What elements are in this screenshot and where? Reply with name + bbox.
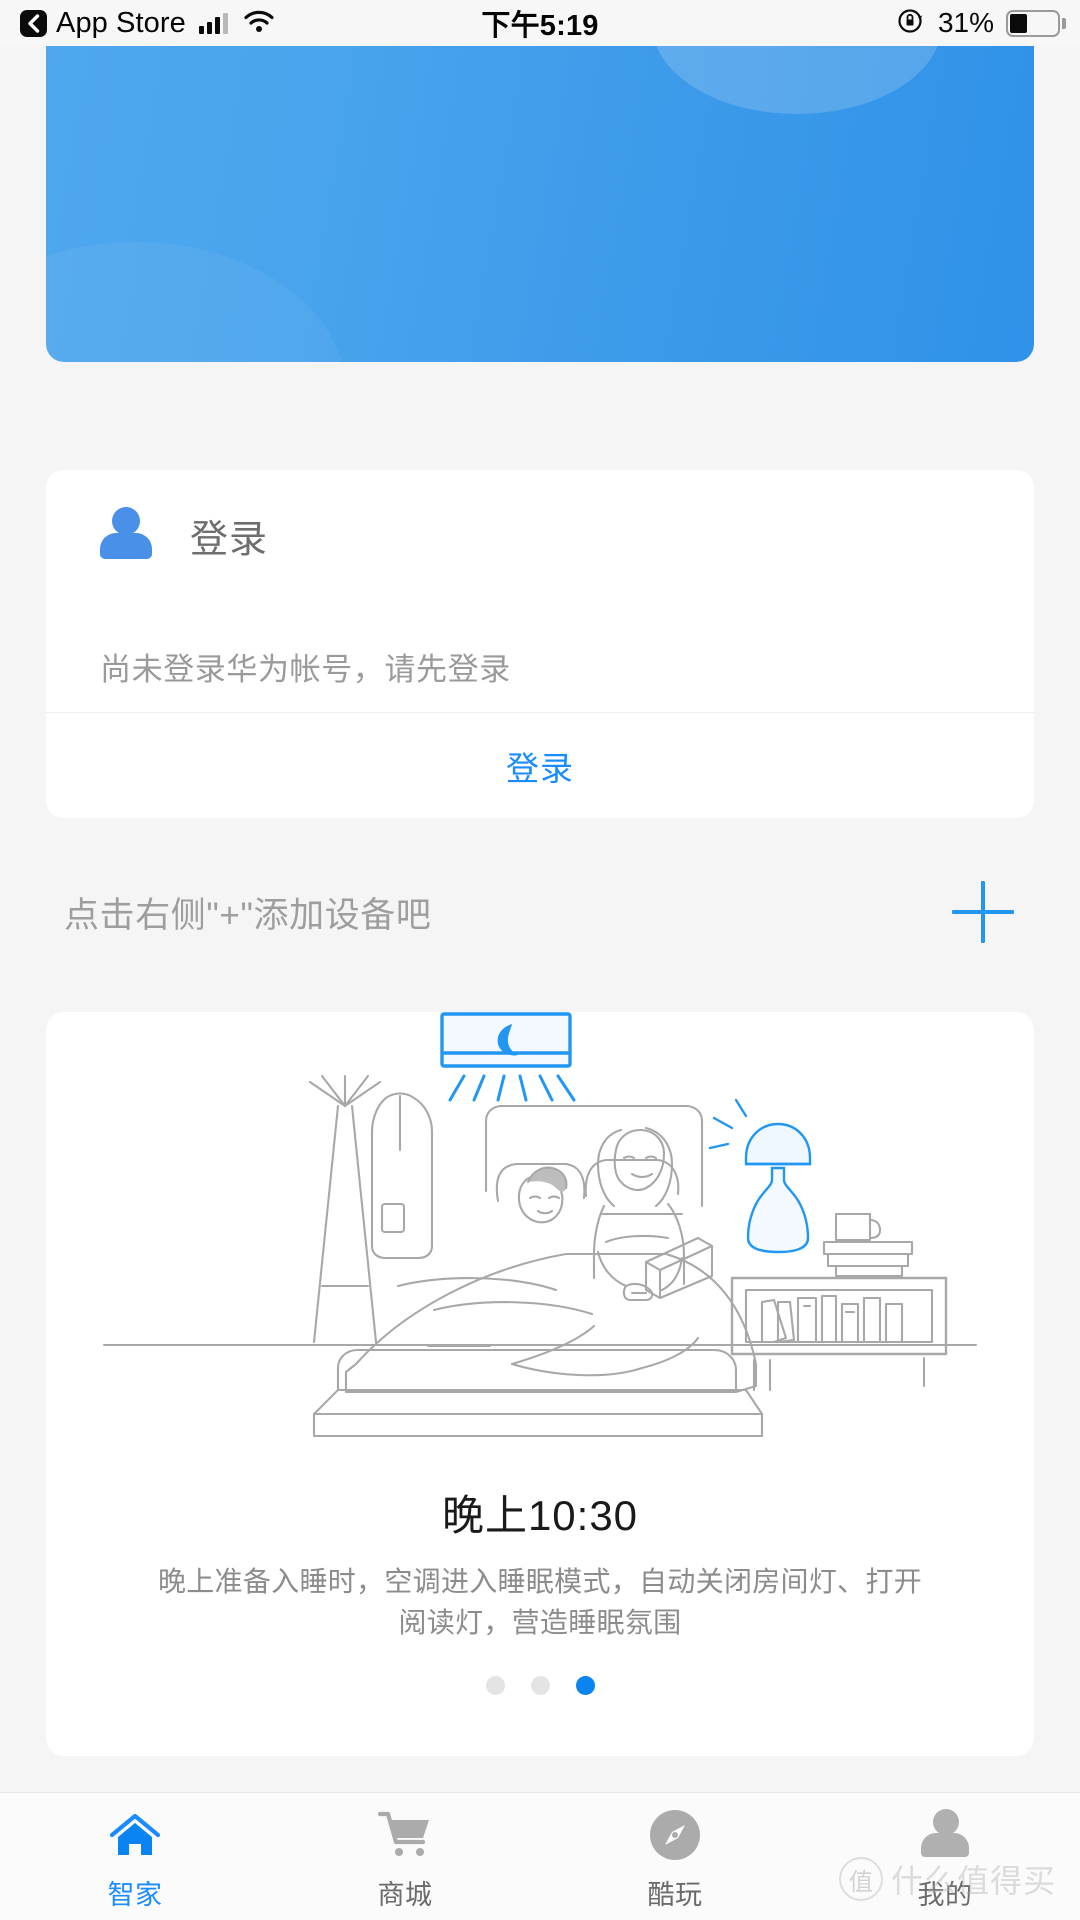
- tab-label-discover: 酷玩: [647, 1880, 703, 1910]
- person-icon: [919, 1809, 971, 1861]
- tab-smart-home[interactable]: 智家: [0, 1793, 270, 1920]
- carousel-dot[interactable]: [485, 1676, 505, 1695]
- banner-decoration-circle: [652, 46, 942, 114]
- air-conditioner-icon: [416, 1012, 596, 1110]
- tab-profile[interactable]: 我的: [810, 1793, 1080, 1920]
- battery-percent-label: 31%: [937, 7, 994, 38]
- header-banner[interactable]: [46, 46, 1034, 362]
- add-device-plus-icon[interactable]: [946, 875, 1020, 949]
- tab-store[interactable]: 商城: [270, 1793, 540, 1920]
- status-bar-left: App Store: [20, 7, 275, 40]
- status-bar-right: 31%: [896, 6, 1066, 41]
- scene-title: 晚上10:30: [441, 1492, 639, 1539]
- add-device-row: 点击右侧"+"添加设备吧: [46, 860, 1034, 964]
- status-bar-clock: 下午5:19: [481, 10, 599, 42]
- tab-label-profile: 我的: [917, 1880, 973, 1910]
- shopping-cart-icon: [377, 1809, 433, 1861]
- bottom-tab-bar: 智家 商城 酷玩 我的: [0, 1792, 1080, 1920]
- back-chevron-icon: [28, 13, 40, 33]
- scene-description: 晚上准备入睡时，空调进入睡眠模式，自动关闭房间灯、打开阅读灯，营造睡眠氛围: [157, 1566, 923, 1638]
- add-device-hint: 点击右侧"+"添加设备吧: [64, 895, 432, 935]
- tab-label-store: 商城: [377, 1880, 433, 1910]
- status-bar: App Store 下午5:19 31%: [0, 0, 1080, 46]
- login-card-subtitle: 尚未登录华为帐号，请先登录: [100, 652, 511, 687]
- login-card-title: 登录: [190, 518, 269, 561]
- app-screen: App Store 下午5:19 31% 登录 尚未登录华为帐号，请先登录 登录…: [0, 0, 1080, 1920]
- carousel-dot[interactable]: [530, 1676, 550, 1695]
- compass-icon: [649, 1809, 701, 1861]
- carousel-dot-active[interactable]: [575, 1676, 595, 1695]
- login-card: 登录 尚未登录华为帐号，请先登录 登录: [46, 470, 1034, 818]
- tab-discover[interactable]: 酷玩: [540, 1793, 810, 1920]
- carousel-pagination: [0, 1676, 1080, 1695]
- back-app-label[interactable]: App Store: [56, 7, 186, 40]
- login-card-header: 登录: [46, 470, 1034, 600]
- home-icon: [108, 1809, 162, 1861]
- login-button[interactable]: 登录: [46, 713, 1034, 818]
- wifi-icon: [243, 9, 275, 38]
- banner-decoration-circle-secondary: [46, 242, 346, 362]
- tab-label-smart-home: 智家: [107, 1880, 163, 1910]
- battery-icon: [1006, 9, 1066, 37]
- person-avatar-icon: [100, 507, 152, 563]
- rotation-lock-icon: [896, 6, 926, 41]
- cellular-signal-icon: [198, 12, 228, 34]
- back-to-app-button[interactable]: [20, 9, 47, 37]
- scene-card[interactable]: [46, 1012, 1034, 1756]
